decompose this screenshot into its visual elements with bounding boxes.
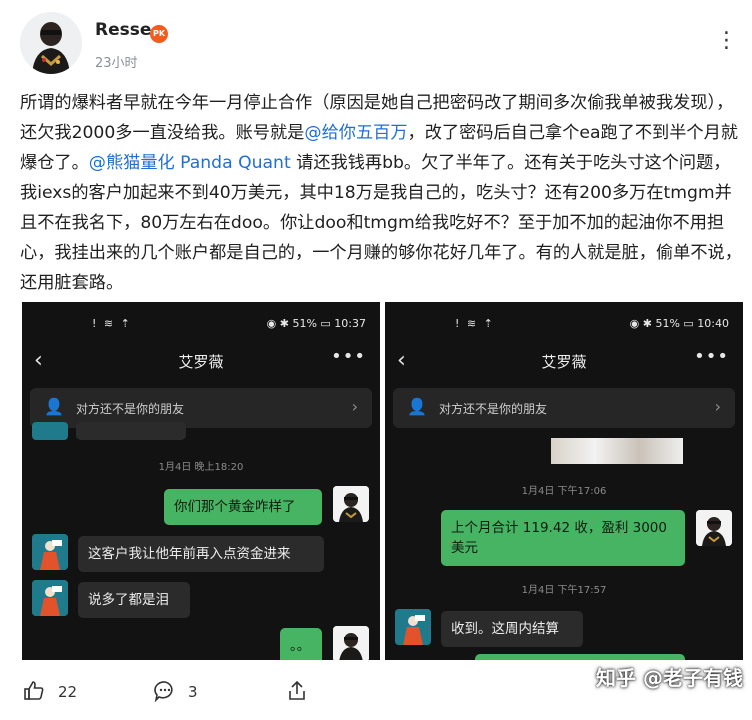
status-icons: ! ≋ ⇡ bbox=[455, 317, 495, 330]
user-icon: 👤 bbox=[44, 397, 64, 416]
status-bar: ! ≋ ⇡ ◉ ✱ 51% ▭ 10:40 bbox=[385, 302, 743, 342]
author-name[interactable]: Resse bbox=[95, 20, 151, 40]
chat-titlebar: ‹ 艾罗薇 ••• bbox=[22, 342, 380, 382]
share-button[interactable] bbox=[285, 675, 315, 711]
contact-avatar bbox=[32, 422, 68, 440]
more-options-icon[interactable]: ⋮ bbox=[712, 26, 742, 56]
notice-text: 对方还不是你的朋友 bbox=[76, 402, 185, 416]
contact-avatar bbox=[395, 609, 431, 645]
watermark: 知乎 @老子有钱 bbox=[596, 666, 743, 690]
chat-title: 艾罗薇 bbox=[178, 353, 224, 371]
chat-title: 艾罗薇 bbox=[541, 353, 587, 371]
chat-timestamp: 1月4日 晚上18:20 bbox=[158, 462, 244, 473]
post-header: Resse PK 23小时 ⋮ bbox=[0, 0, 752, 80]
contact-avatar bbox=[32, 580, 68, 616]
chat-titlebar: ‹ 艾罗薇 ••• bbox=[385, 342, 743, 382]
my-avatar bbox=[696, 510, 732, 546]
like-button[interactable]: 22 bbox=[22, 675, 92, 711]
chat-timestamp: 1月4日 下午17:06 bbox=[521, 486, 607, 497]
author-avatar[interactable] bbox=[20, 12, 82, 74]
comment-button[interactable]: 3 bbox=[153, 675, 213, 711]
like-count: 22 bbox=[58, 683, 78, 701]
user-icon: 👤 bbox=[407, 397, 427, 416]
chat-bubble-sent: 。。 bbox=[280, 628, 322, 660]
ellipsis-icon: ••• bbox=[331, 346, 366, 367]
my-avatar bbox=[333, 626, 369, 660]
post-time: 23小时 bbox=[95, 56, 138, 71]
chat-bubble-sent: 你们那个黄金咋样了 bbox=[164, 489, 322, 525]
mention-link[interactable]: @给你五百万 bbox=[304, 123, 407, 143]
contact-avatar bbox=[32, 534, 68, 570]
status-info: ◉ ✱ 51% ▭ 10:40 bbox=[629, 317, 729, 330]
share-icon bbox=[285, 679, 309, 708]
comment-count: 3 bbox=[188, 683, 198, 701]
chat-timestamp: 1月4日 下午17:57 bbox=[521, 585, 607, 596]
chat-bubble-partial bbox=[76, 422, 186, 440]
chat-bubble-received: 收到。这周内结算 bbox=[441, 611, 583, 647]
thumbs-up-icon bbox=[22, 679, 46, 708]
mention-link[interactable]: @熊猫量化 Panda Quant bbox=[89, 153, 291, 173]
status-icons: ! ≋ ⇡ bbox=[92, 317, 132, 330]
chat-screenshot-left[interactable]: ! ≋ ⇡ ◉ ✱ 51% ▭ 10:37 ‹ 艾罗薇 ••• 👤 对方还不是你… bbox=[22, 302, 380, 660]
chat-bubble-sent: 上个月合计 119.42 收，盈利 3000 美元 bbox=[441, 510, 685, 566]
chat-screenshot-right[interactable]: ! ≋ ⇡ ◉ ✱ 51% ▭ 10:40 ‹ 艾罗薇 ••• 👤 对方还不是你… bbox=[385, 302, 743, 660]
chat-bubble-received: 说多了都是泪 bbox=[78, 582, 190, 618]
chat-bubble-received: 这客户我让他年前再入点资金进来 bbox=[78, 536, 324, 572]
blurred-image bbox=[551, 438, 683, 464]
comment-icon bbox=[153, 679, 177, 708]
chevron-right-icon: › bbox=[351, 397, 358, 416]
body-text: 请还我钱再bb。欠了半年了。还有关于吃头寸这个问题，我iexs的客户加起来不到4… bbox=[20, 153, 742, 293]
chat-bubble-partial bbox=[475, 654, 685, 660]
ellipsis-icon: ••• bbox=[694, 346, 729, 367]
pk-badge-icon: PK bbox=[150, 25, 168, 43]
notice-text: 对方还不是你的朋友 bbox=[439, 402, 548, 416]
not-friend-notice: 👤 对方还不是你的朋友 › bbox=[393, 388, 735, 428]
post-body: 所谓的爆料者早就在今年一月停止合作（原因是她自己把密码改了期间多次偷我单被我发现… bbox=[20, 88, 742, 298]
status-info: ◉ ✱ 51% ▭ 10:37 bbox=[266, 317, 366, 330]
chevron-right-icon: › bbox=[714, 397, 721, 416]
status-bar: ! ≋ ⇡ ◉ ✱ 51% ▭ 10:37 bbox=[22, 302, 380, 342]
my-avatar bbox=[333, 486, 369, 522]
